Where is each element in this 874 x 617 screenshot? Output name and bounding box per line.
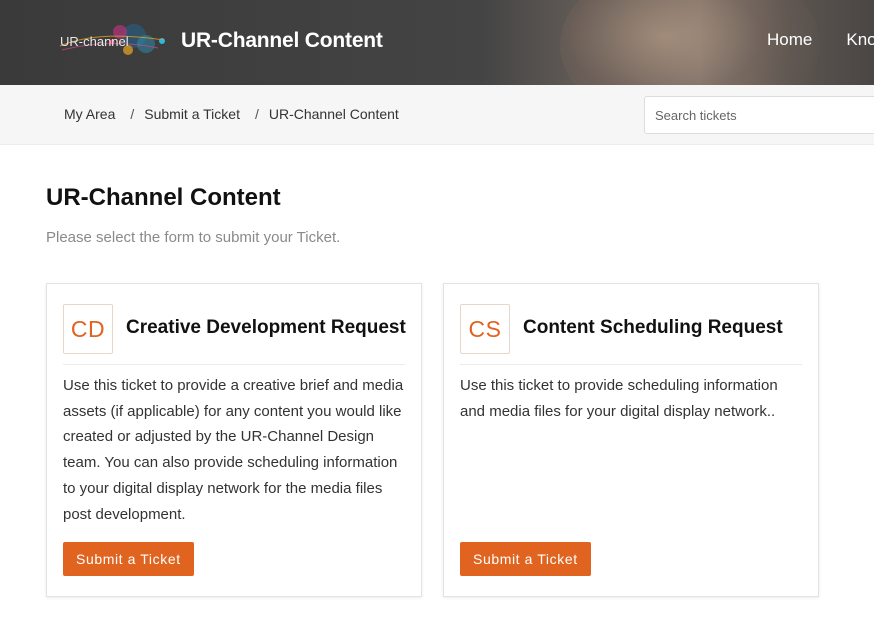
card-divider (460, 364, 802, 365)
site-title[interactable]: UR-Channel Content (181, 29, 383, 53)
page-title: UR-Channel Content (46, 184, 281, 211)
nav-home[interactable]: Home (767, 30, 812, 50)
search-tickets-input[interactable] (644, 96, 874, 134)
breadcrumb: My Area / Submit a Ticket / UR-Channel C… (64, 106, 399, 122)
submit-ticket-button[interactable]: Submit a Ticket (63, 542, 194, 576)
breadcrumb-separator: / (254, 106, 259, 122)
form-card-creative-development: CD Creative Development Request Use this… (46, 283, 422, 597)
form-badge: CD (63, 304, 113, 354)
form-badge: CS (460, 304, 510, 354)
breadcrumb-current: UR-Channel Content (268, 106, 399, 122)
nav-knowledge-base[interactable]: Knowledge Base (846, 30, 874, 50)
breadcrumb-bar: My Area / Submit a Ticket / UR-Channel C… (0, 85, 874, 145)
breadcrumb-submit-ticket[interactable]: Submit a Ticket (144, 106, 240, 122)
breadcrumb-my-area[interactable]: My Area (64, 106, 115, 122)
site-header: UR-channel UR-Channel Content Home Knowl… (0, 0, 874, 85)
form-card-content-scheduling: CS Content Scheduling Request Use this t… (443, 283, 819, 597)
form-title[interactable]: Content Scheduling Request (523, 317, 783, 339)
ur-channel-logo[interactable]: UR-channel (58, 18, 168, 64)
breadcrumb-separator: / (130, 106, 135, 122)
form-title[interactable]: Creative Development Request (126, 317, 406, 339)
card-divider (63, 364, 405, 365)
main-nav: Home Knowledge Base (767, 30, 874, 50)
form-description: Use this ticket to provide a creative br… (63, 377, 404, 523)
form-description: Use this ticket to provide scheduling in… (460, 377, 778, 420)
submit-ticket-button[interactable]: Submit a Ticket (460, 542, 591, 576)
logo-text: UR-channel (60, 34, 129, 49)
page-subtitle: Please select the form to submit your Ti… (46, 229, 341, 246)
